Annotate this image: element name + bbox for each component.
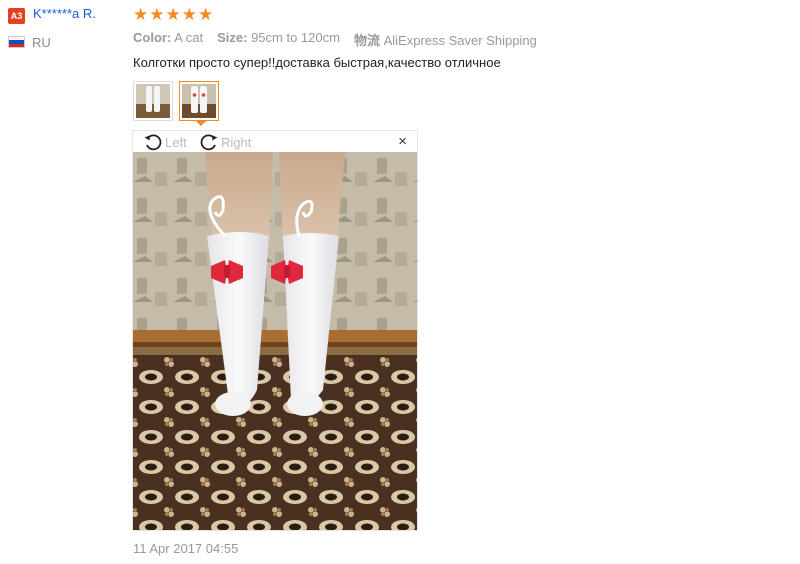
color-label: Color: (133, 30, 172, 45)
rotate-right-icon (200, 134, 218, 151)
user-level-badge: A3 (8, 8, 25, 24)
viewer-toolbar: Left Right × (133, 131, 417, 153)
reviewer-country: RU (32, 35, 51, 50)
size-value: 95cm to 120cm (251, 30, 340, 45)
active-thumbnail-pointer (196, 121, 206, 126)
review-photo-thumbnail-2[interactable] (179, 81, 219, 121)
review-text: Колготки просто супер!!доставка быстрая,… (133, 55, 501, 70)
thumbnail-photo-2 (182, 84, 216, 118)
star-icon: ★ (133, 5, 149, 24)
star-icon: ★ (181, 5, 197, 24)
shipping-attribute: 物流 AliExpress Saver Shipping (354, 30, 537, 49)
photo-viewer: Left Right × (132, 130, 418, 531)
shipping-value: AliExpress Saver Shipping (383, 33, 537, 48)
rotate-right-label: Right (221, 134, 252, 150)
rotate-left-label: Left (165, 134, 187, 150)
star-icon: ★ (165, 5, 181, 24)
russia-flag-icon (8, 36, 25, 48)
color-value: A cat (174, 30, 204, 45)
color-attribute: Color: A cat (133, 30, 203, 49)
close-viewer-button[interactable]: × (398, 134, 407, 150)
star-icon: ★ (149, 5, 165, 24)
review-photo-thumbnail-1[interactable] (133, 81, 173, 121)
star-rating: ★ ★ ★ ★ ★ (133, 6, 213, 24)
reviewer-name-link[interactable]: K******a R. (33, 6, 96, 21)
rotate-left-icon (144, 134, 162, 151)
size-label: Size: (217, 30, 248, 45)
review-photo (133, 152, 417, 530)
shipping-label: 物流 (353, 33, 380, 48)
product-attributes: Color: A cat Size: 95cm to 120cm 物流 AliE… (133, 30, 537, 49)
rotate-left-button[interactable]: Left (143, 132, 187, 152)
size-attribute: Size: 95cm to 120cm (217, 30, 340, 49)
star-icon: ★ (198, 5, 214, 24)
thumbnail-photo-1 (136, 84, 170, 118)
rotate-right-button[interactable]: Right (199, 132, 251, 152)
review-timestamp: 11 Apr 2017 04:55 (133, 541, 239, 556)
